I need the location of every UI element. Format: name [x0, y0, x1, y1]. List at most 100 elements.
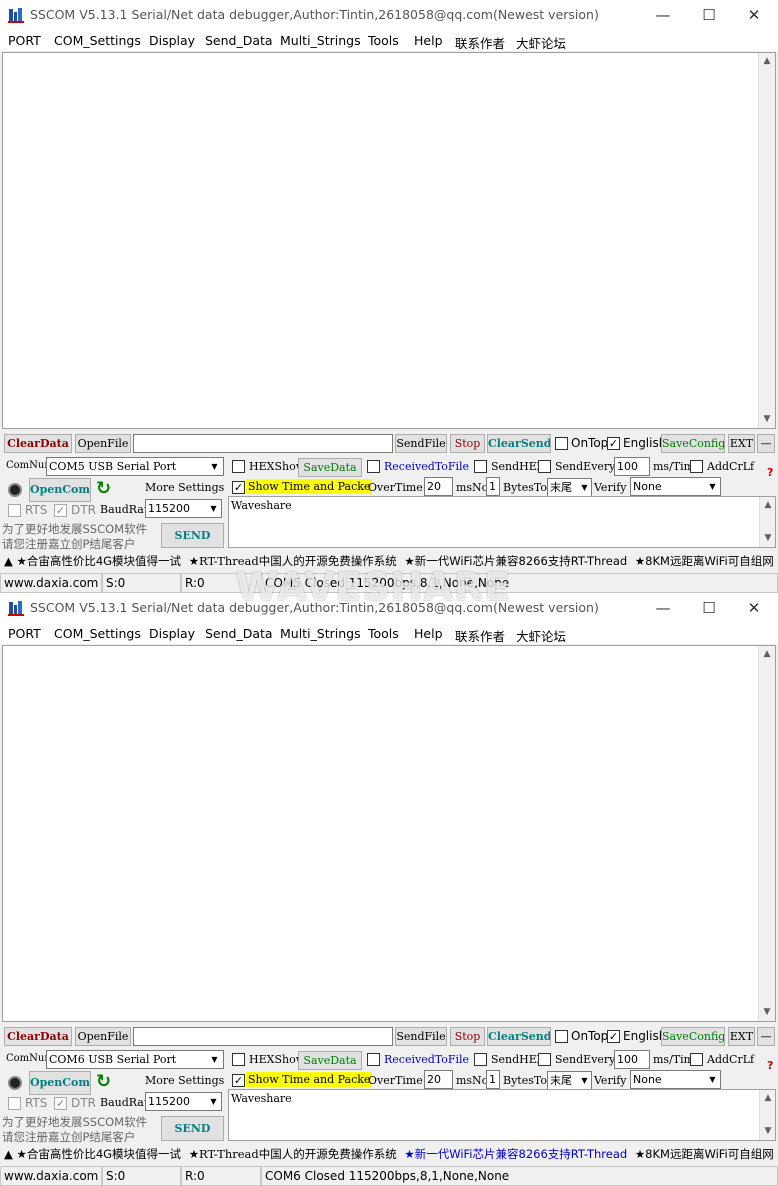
chevron-down-icon[interactable]: ▼	[705, 478, 720, 495]
receive-area[interactable]: ▲ ▼	[2, 52, 776, 429]
close-button[interactable]: ✕	[731, 0, 777, 30]
no-input[interactable]: 1	[486, 477, 500, 496]
maximize-button[interactable]: ☐	[686, 0, 732, 30]
chevron-down-icon[interactable]: ▼	[206, 1093, 221, 1110]
minimize-button[interactable]: —	[640, 593, 686, 623]
no-input[interactable]: 1	[486, 1070, 500, 1089]
overtime-input[interactable]: 20	[424, 477, 453, 496]
chevron-down-icon[interactable]: ▼	[577, 1072, 592, 1089]
send-every-input[interactable]: 100	[614, 457, 650, 476]
menu-forum[interactable]: 大虾论坛	[516, 626, 566, 645]
ticker-item[interactable]: ★RT-Thread中国人的开源免费操作系统	[189, 554, 397, 568]
english-checkbox[interactable]: ✓	[607, 1030, 620, 1043]
chevron-down-icon[interactable]: ▼	[206, 500, 221, 517]
file-path-input[interactable]	[133, 1027, 393, 1046]
receive-scrollbar[interactable]: ▲ ▼	[758, 646, 775, 1021]
file-path-input[interactable]	[133, 434, 393, 453]
ticker-item[interactable]: ★合宙高性价比4G模块值得一试	[17, 554, 182, 568]
send-file-button[interactable]: SendFile	[395, 1027, 447, 1046]
ticker-item[interactable]: ★8KM远距离WiFi可自组网	[635, 1147, 774, 1161]
menu-port[interactable]: PORT	[8, 33, 41, 48]
dtr-checkbox[interactable]: ✓	[54, 504, 67, 517]
receive-scrollbar[interactable]: ▲ ▼	[758, 53, 775, 428]
refresh-icon[interactable]: ↻	[96, 1071, 111, 1092]
scroll-down-icon[interactable]: ▼	[759, 1004, 775, 1021]
menu-multi-strings[interactable]: Multi_Strings	[280, 626, 361, 641]
ticker-item[interactable]: ★8KM远距离WiFi可自组网	[635, 554, 774, 568]
hexshow-checkbox[interactable]	[232, 460, 245, 473]
title-bar[interactable]: SSCOM V5.13.1 Serial/Net data debugger,A…	[0, 593, 778, 623]
add-crlf-checkbox[interactable]	[690, 460, 703, 473]
open-com-button[interactable]: OpenCom	[29, 1071, 91, 1095]
send-scrollbar[interactable]: ▲ ▼	[759, 1090, 775, 1140]
ext-button[interactable]: EXT	[728, 434, 755, 453]
menu-help[interactable]: Help	[414, 626, 443, 641]
stop-button[interactable]: Stop	[450, 1027, 485, 1046]
overtime-input[interactable]: 20	[424, 1070, 453, 1089]
scroll-down-icon[interactable]: ▼	[759, 411, 775, 428]
hexshow-checkbox[interactable]	[232, 1053, 245, 1066]
send-button[interactable]: SEND	[161, 523, 224, 548]
menu-help[interactable]: Help	[414, 33, 443, 48]
send-hex-checkbox[interactable]	[474, 460, 487, 473]
more-settings-label[interactable]: More Settings	[145, 481, 224, 494]
ticker-item[interactable]: ★合宙高性价比4G模块值得一试	[17, 1147, 182, 1161]
chevron-down-icon[interactable]: ▼	[705, 1071, 720, 1088]
scroll-up-icon[interactable]: ▲	[759, 646, 775, 663]
collapse-button[interactable]: —	[757, 434, 775, 453]
show-time-checkbox[interactable]: ✓	[232, 481, 245, 494]
ontop-checkbox[interactable]	[555, 437, 568, 450]
rts-checkbox[interactable]	[8, 1097, 21, 1110]
open-file-button[interactable]: OpenFile	[75, 434, 131, 453]
help-icon[interactable]: ?	[767, 466, 773, 479]
minimize-button[interactable]: —	[640, 0, 686, 30]
menu-contact-author[interactable]: 联系作者	[455, 626, 505, 645]
send-button[interactable]: SEND	[161, 1116, 224, 1141]
scroll-up-icon[interactable]: ▲	[759, 53, 775, 70]
more-settings-label[interactable]: More Settings	[145, 1074, 224, 1087]
ontop-checkbox[interactable]	[555, 1030, 568, 1043]
received-to-file-checkbox[interactable]	[367, 460, 380, 473]
rts-checkbox[interactable]	[8, 504, 21, 517]
menu-send-data[interactable]: Send_Data	[205, 33, 273, 48]
menu-send-data[interactable]: Send_Data	[205, 626, 273, 641]
save-data-button[interactable]: SaveData	[298, 1051, 362, 1070]
stop-button[interactable]: Stop	[450, 434, 485, 453]
dtr-checkbox[interactable]: ✓	[54, 1097, 67, 1110]
chevron-down-icon[interactable]: ▼	[207, 458, 222, 475]
menu-com-settings[interactable]: COM_Settings	[54, 33, 141, 48]
menu-multi-strings[interactable]: Multi_Strings	[280, 33, 361, 48]
menu-port[interactable]: PORT	[8, 626, 41, 641]
maximize-button[interactable]: ☐	[686, 593, 732, 623]
receive-area[interactable]: ▲ ▼	[2, 645, 776, 1022]
send-file-button[interactable]: SendFile	[395, 434, 447, 453]
english-checkbox[interactable]: ✓	[607, 437, 620, 450]
help-icon[interactable]: ?	[767, 1059, 773, 1072]
show-time-checkbox[interactable]: ✓	[232, 1074, 245, 1087]
add-crlf-checkbox[interactable]	[690, 1053, 703, 1066]
collapse-button[interactable]: —	[757, 1027, 775, 1046]
menu-forum[interactable]: 大虾论坛	[516, 33, 566, 52]
save-config-button[interactable]: SaveConfig	[661, 1027, 725, 1046]
send-every-input[interactable]: 100	[614, 1050, 650, 1069]
com-port-select[interactable]: COM6 USB Serial Port	[46, 1050, 224, 1069]
com-port-select[interactable]: COM5 USB Serial Port	[46, 457, 224, 476]
scroll-up-icon[interactable]: ▲	[760, 1090, 776, 1107]
open-file-button[interactable]: OpenFile	[75, 1027, 131, 1046]
menu-contact-author[interactable]: 联系作者	[455, 33, 505, 52]
ticker-item[interactable]: ★新一代WiFi芯片兼容8266支持RT-Thread	[404, 1147, 627, 1161]
scroll-up-icon[interactable]: ▲	[760, 497, 776, 514]
chevron-down-icon[interactable]: ▼	[207, 1051, 222, 1068]
chevron-down-icon[interactable]: ▼	[577, 479, 592, 496]
clear-data-button[interactable]: ClearData	[4, 1027, 72, 1046]
scroll-down-icon[interactable]: ▼	[760, 530, 776, 547]
ext-button[interactable]: EXT	[728, 1027, 755, 1046]
send-scrollbar[interactable]: ▲ ▼	[759, 497, 775, 547]
send-every-checkbox[interactable]	[538, 1053, 551, 1066]
clear-send-button[interactable]: ClearSend	[487, 434, 551, 453]
menu-tools[interactable]: Tools	[368, 33, 399, 48]
status-website[interactable]: www.daxia.com	[0, 1166, 102, 1186]
ticker-item[interactable]: ★新一代WiFi芯片兼容8266支持RT-Thread	[404, 554, 627, 568]
save-config-button[interactable]: SaveConfig	[661, 434, 725, 453]
send-text-area[interactable]: Waveshare	[228, 1089, 776, 1141]
